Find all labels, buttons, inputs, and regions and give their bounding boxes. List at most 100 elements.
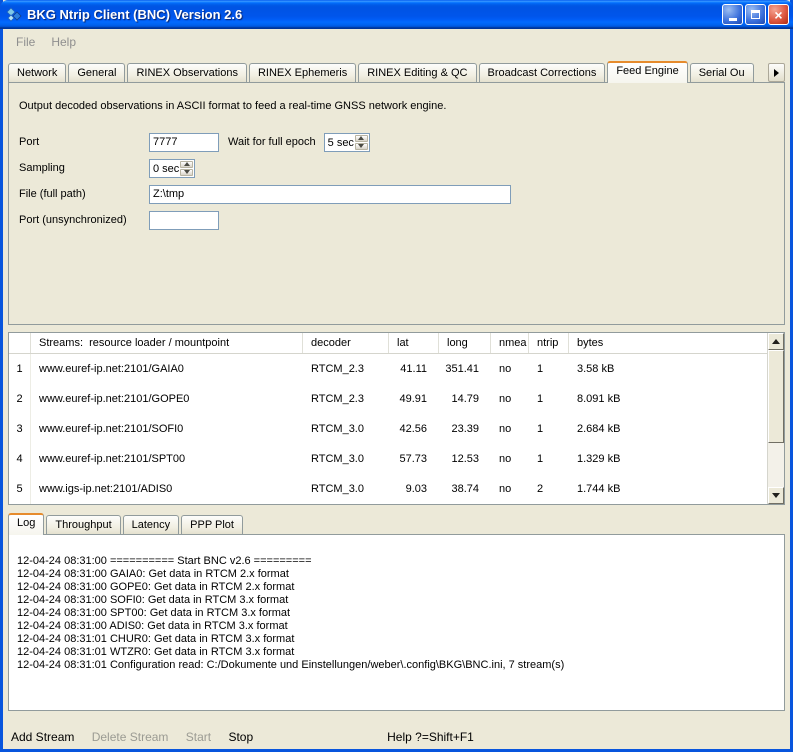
scroll-up-button[interactable] xyxy=(768,333,784,350)
actions-group: Add Stream Delete Stream Start Stop xyxy=(11,730,267,744)
log-line: 12-04-24 08:31:01 CHUR0: Get data in RTC… xyxy=(17,633,776,646)
maximize-icon xyxy=(751,10,760,19)
column-header-decoder: decoder xyxy=(303,333,389,353)
app-icon[interactable] xyxy=(6,7,22,23)
cell-decoder: RTCM_2.3 xyxy=(303,363,389,375)
close-icon: × xyxy=(774,8,782,22)
arrow-up-icon xyxy=(358,136,364,140)
stream-row[interactable]: 4 www.euref-ip.net:2101/SPT00 RTCM_3.0 5… xyxy=(9,444,767,474)
bottom-action-bar: Add Stream Delete Stream Start Stop Help… xyxy=(8,727,785,747)
column-header-nmea: nmea xyxy=(491,333,529,353)
cell-ntrip: 1 xyxy=(529,453,569,465)
scrollbar-track[interactable] xyxy=(768,350,784,487)
spin-down-button[interactable] xyxy=(180,169,193,176)
menu-bar: File Help xyxy=(3,29,790,55)
sampling-row: Sampling 0 sec xyxy=(19,158,774,178)
stream-row[interactable]: 3 www.euref-ip.net:2101/SOFI0 RTCM_3.0 4… xyxy=(9,414,767,444)
action-button[interactable]: Add Stream xyxy=(11,730,74,744)
sampling-spinbox[interactable]: 0 sec xyxy=(149,159,195,178)
log-tab-label: Latency xyxy=(132,519,171,531)
spin-up-button[interactable] xyxy=(355,135,368,142)
stream-row[interactable]: 5 www.igs-ip.net:2101/ADIS0 RTCM_3.0 9.0… xyxy=(9,474,767,504)
cell-ntrip: 1 xyxy=(529,393,569,405)
cell-lat: 49.91 xyxy=(389,393,439,405)
cell-long: 12.53 xyxy=(439,453,491,465)
streams-table-main: Streams: resource loader / mountpoint de… xyxy=(9,333,767,504)
tab[interactable]: RINEX Observations xyxy=(127,63,246,83)
tab[interactable]: Serial Ou xyxy=(690,63,754,83)
file-path-input[interactable] xyxy=(149,185,511,204)
tab[interactable]: Network xyxy=(8,63,66,83)
file-path-row: File (full path) xyxy=(19,184,774,204)
chevron-right-icon xyxy=(774,69,779,77)
tab-label: Broadcast Corrections xyxy=(488,67,597,79)
tab[interactable]: Broadcast Corrections xyxy=(479,63,606,83)
cell-ntrip: 1 xyxy=(529,423,569,435)
port-input[interactable] xyxy=(149,133,219,152)
log-panel[interactable]: 12-04-24 08:31:00 ========== Start BNC v… xyxy=(8,534,785,711)
wait-for-full-epoch-spinbox[interactable]: 5 sec xyxy=(324,133,370,152)
menu-item[interactable]: File xyxy=(8,32,43,52)
streams-table: Streams: resource loader / mountpoint de… xyxy=(8,332,785,505)
log-line: 12-04-24 08:31:00 SPT00: Get data in RTC… xyxy=(17,607,776,620)
cell-decoder: RTCM_3.0 xyxy=(303,483,389,495)
log-line: 12-04-24 08:31:00 GOPE0: Get data in RTC… xyxy=(17,581,776,594)
port-unsynchronized-input[interactable] xyxy=(149,211,219,230)
minimize-button[interactable] xyxy=(722,4,743,25)
wait-for-full-epoch-label: Wait for full epoch xyxy=(228,136,316,148)
action-button[interactable]: Start xyxy=(186,730,211,744)
help-shortcut-text: Help ?=Shift+F1 xyxy=(387,730,474,744)
tab-label: General xyxy=(77,67,116,79)
column-header-lat: lat xyxy=(389,333,439,353)
log-tab[interactable]: Throughput xyxy=(46,515,120,535)
port-unsynchronized-row: Port (unsynchronized) xyxy=(19,210,774,230)
menu-item[interactable]: Help xyxy=(43,32,84,52)
wait-value: 5 sec xyxy=(325,134,355,151)
log-tab-bar: Log Throughput Latency PPP Plot xyxy=(8,513,785,535)
tab[interactable]: RINEX Editing & QC xyxy=(358,63,476,83)
streams-table-header: Streams: resource loader / mountpoint de… xyxy=(9,333,767,354)
title-bar[interactable]: BKG Ntrip Client (BNC) Version 2.6 × xyxy=(0,0,793,29)
tab-label: RINEX Ephemeris xyxy=(258,67,347,79)
sampling-label: Sampling xyxy=(19,162,149,174)
cell-decoder: RTCM_2.3 xyxy=(303,393,389,405)
column-header-bytes: bytes xyxy=(569,333,767,353)
row-number: 2 xyxy=(9,384,31,414)
port-row: Port Wait for full epoch 5 sec xyxy=(19,132,774,152)
main-tab-bar: Network General RINEX Observations RINEX… xyxy=(8,61,785,83)
feed-engine-panel: Output decoded observations in ASCII for… xyxy=(8,82,785,325)
cell-nmea: no xyxy=(491,483,529,495)
cell-bytes: 1.744 kB xyxy=(569,483,767,495)
arrow-up-icon xyxy=(772,339,780,344)
port-label: Port xyxy=(19,136,149,148)
log-line: 12-04-24 08:31:00 ADIS0: Get data in RTC… xyxy=(17,620,776,633)
close-button[interactable]: × xyxy=(768,4,789,25)
scroll-down-button[interactable] xyxy=(768,487,784,504)
column-header-ntrip: ntrip xyxy=(529,333,569,353)
column-header-long: long xyxy=(439,333,491,353)
spin-down-button[interactable] xyxy=(355,143,368,150)
window-content: Network General RINEX Observations RINEX… xyxy=(3,55,790,749)
tab[interactable]: RINEX Ephemeris xyxy=(249,63,356,83)
scrollbar-thumb[interactable] xyxy=(768,350,784,443)
tab[interactable]: General xyxy=(68,63,125,83)
log-line: 12-04-24 08:31:01 WTZR0: Get data in RTC… xyxy=(17,646,776,659)
action-button[interactable]: Stop xyxy=(228,730,253,744)
log-tab[interactable]: Latency xyxy=(123,515,180,535)
maximize-button[interactable] xyxy=(745,4,766,25)
log-tab[interactable]: PPP Plot xyxy=(181,515,243,535)
feed-engine-form: Port Wait for full epoch 5 sec Sampling xyxy=(9,112,784,230)
log-tab[interactable]: Log xyxy=(8,513,44,535)
tab-scroll-right-button[interactable] xyxy=(768,63,785,82)
tab[interactable]: Feed Engine xyxy=(607,61,687,83)
cell-lat: 42.56 xyxy=(389,423,439,435)
row-header-corner xyxy=(9,333,31,353)
streams-scrollbar[interactable] xyxy=(767,333,784,504)
action-button[interactable]: Delete Stream xyxy=(92,730,169,744)
tab-label: RINEX Editing & QC xyxy=(367,67,467,79)
minimize-icon xyxy=(729,18,737,21)
spin-up-button[interactable] xyxy=(180,161,193,168)
stream-row[interactable]: 2 www.euref-ip.net:2101/GOPE0 RTCM_2.3 4… xyxy=(9,384,767,414)
main-tabs: Network General RINEX Observations RINEX… xyxy=(8,61,785,83)
stream-row[interactable]: 1 www.euref-ip.net:2101/GAIA0 RTCM_2.3 4… xyxy=(9,354,767,384)
